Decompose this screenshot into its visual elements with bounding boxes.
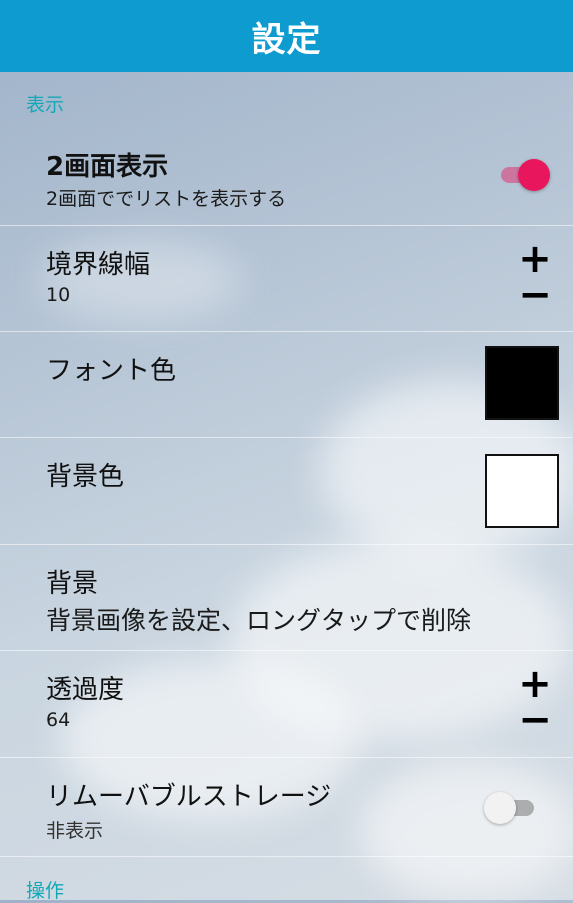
transparency-stepper[interactable]: + − — [516, 664, 554, 740]
setting-background[interactable]: 背景 背景画像を設定、ロングタップで削除 — [0, 545, 573, 651]
setting-transparency[interactable]: 透過度 64 + − — [0, 651, 573, 758]
setting-subtitle: 2画面ででリストを表示する — [46, 188, 287, 210]
setting-title: 背景色 — [46, 462, 125, 492]
increment-button[interactable]: + — [516, 664, 554, 704]
setting-bg-color[interactable]: 背景色 — [0, 438, 573, 545]
removable-storage-toggle[interactable] — [484, 791, 540, 824]
setting-title: 透過度 — [46, 675, 125, 705]
page-title: 設定 — [251, 19, 322, 60]
setting-border-width[interactable]: 境界線幅 10 + − — [0, 226, 573, 332]
setting-title: 境界線幅 — [46, 250, 151, 280]
border-width-stepper[interactable]: + − — [516, 239, 554, 315]
bg-color-swatch[interactable] — [485, 454, 559, 528]
decrement-button[interactable]: − — [516, 275, 554, 315]
setting-title: リムーバブルストレージ — [46, 782, 332, 812]
font-color-swatch[interactable] — [485, 346, 559, 420]
setting-subtitle: 背景画像を設定、ロングタップで削除 — [46, 606, 472, 635]
decrement-button[interactable]: − — [516, 700, 554, 740]
setting-title: 2画面表示 — [46, 152, 169, 182]
dual-screen-toggle[interactable] — [497, 158, 553, 191]
transparency-value: 64 — [46, 709, 71, 731]
app-header: 設定 — [0, 0, 573, 72]
setting-font-color[interactable]: フォント色 — [0, 332, 573, 438]
toggle-thumb — [484, 792, 516, 824]
setting-dual-screen[interactable]: 2画面表示 2画面ででリストを表示する — [0, 128, 573, 226]
setting-removable-storage[interactable]: リムーバブルストレージ 非表示 — [0, 758, 573, 857]
setting-title: 背景 — [46, 569, 99, 599]
section-label-display: 表示 — [26, 94, 65, 116]
increment-button[interactable]: + — [516, 239, 554, 279]
setting-title: フォント色 — [46, 356, 177, 386]
toggle-thumb — [518, 159, 550, 191]
setting-subtitle: 非表示 — [46, 820, 104, 842]
border-width-value: 10 — [46, 284, 71, 306]
section-label-operation: 操作 — [26, 880, 65, 902]
